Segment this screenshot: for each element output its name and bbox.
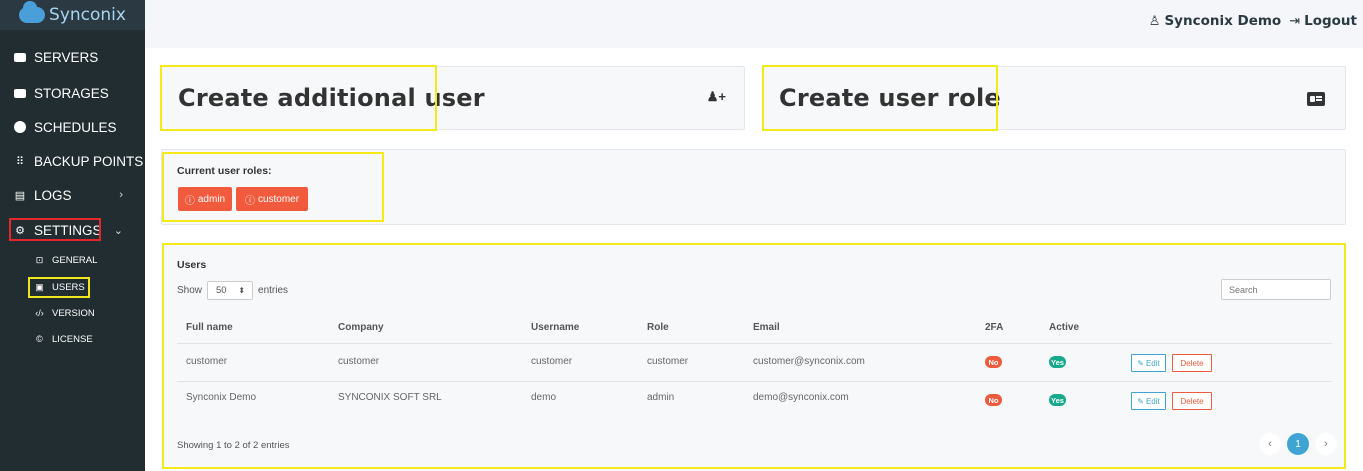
sidebar-subitem-license[interactable]: © LICENSE (34, 331, 93, 347)
logout-icon: ⇥ (1289, 13, 1301, 29)
chip-icon: ⊡ (35, 254, 44, 265)
sidebar-item-label: STORAGES (34, 85, 109, 101)
log-icon: ▤ (14, 189, 26, 202)
user-icon: ♙ (1148, 13, 1161, 29)
sidebar-item-label: LOGS (34, 187, 72, 203)
column-header-active[interactable]: Active (1049, 322, 1079, 333)
brand-name: Synconix (49, 5, 126, 25)
delete-label: Delete (1180, 358, 1204, 368)
role-button-customer[interactable]: ⓘ customer (236, 187, 308, 211)
edit-button[interactable]: ✎ Edit (1131, 392, 1166, 410)
active-badge: Yes (1049, 394, 1066, 406)
select-arrows-icon: ⬍ (238, 286, 246, 295)
edit-icon: ✎ (1137, 396, 1144, 406)
sidebar-item-servers[interactable]: SERVERS (0, 46, 145, 68)
entries-label: entries (258, 285, 289, 296)
sidebar-subitem-label: VERSION (52, 307, 95, 319)
create-user-highlight (160, 65, 437, 131)
column-header-email[interactable]: Email (753, 322, 780, 333)
license-icon: © (36, 334, 43, 344)
id-card-icon (1307, 92, 1325, 106)
cell-email: customer@synconix.com (753, 356, 865, 367)
cell-role: customer (647, 356, 689, 367)
show-label: Show (177, 285, 203, 296)
cell-full-name: customer (186, 356, 228, 367)
storage-icon (14, 88, 26, 98)
2fa-badge: No (985, 394, 1002, 406)
add-user-icon: ♟+ (706, 89, 726, 104)
edit-icon: ✎ (1137, 358, 1144, 368)
column-header-company[interactable]: Company (338, 322, 384, 333)
sidebar-item-storages[interactable]: STORAGES (0, 82, 145, 104)
cell-username: demo (531, 392, 557, 403)
create-role-highlight (762, 65, 998, 131)
users-title: Users (177, 259, 207, 271)
cell-company: customer (338, 356, 380, 367)
edit-label: Edit (1145, 396, 1160, 406)
sidebar-item-label: BACKUP POINTS (34, 153, 144, 169)
prev-page-button[interactable]: ‹ (1259, 433, 1281, 455)
settings-highlight (9, 218, 101, 241)
server-icon (14, 52, 26, 62)
topbar-user-area: ♙ Synconix Demo ⇥ Logout (1149, 13, 1357, 29)
sidebar-item-backup-points[interactable]: ⠿ BACKUP POINTS (0, 150, 145, 172)
grid-icon: ⠿ (15, 155, 25, 168)
next-page-button[interactable]: › (1315, 433, 1337, 455)
column-header-full-name[interactable]: Full name (186, 322, 233, 333)
sidebar-subitem-label: LICENSE (52, 333, 93, 345)
cell-full-name: Synconix Demo (186, 392, 257, 403)
sidebar-item-logs[interactable]: ▤ LOGS › (0, 184, 145, 206)
pagination: ‹ 1 › (1259, 433, 1337, 455)
user-name[interactable]: Synconix Demo (1164, 13, 1281, 29)
table-divider (177, 343, 1332, 344)
role-label: admin (197, 193, 226, 205)
delete-label: Delete (1180, 396, 1204, 406)
page-size-value: 50 (216, 285, 227, 296)
page-size-control: Show 50 ⬍ entries (177, 281, 288, 300)
main-content: Create additional user ♟+ Create user ro… (145, 48, 1363, 471)
users-highlight (28, 277, 90, 298)
delete-button[interactable]: Delete (1172, 392, 1212, 410)
column-header-username[interactable]: Username (531, 322, 579, 333)
sidebar-item-label: SERVERS (34, 49, 99, 65)
logout-link[interactable]: Logout (1304, 13, 1357, 29)
column-header-role[interactable]: Role (647, 322, 669, 333)
active-badge: Yes (1049, 356, 1066, 368)
table-info: Showing 1 to 2 of 2 entries (177, 440, 290, 451)
sidebar-subitem-label: GENERAL (52, 254, 98, 266)
sidebar-item-label: SCHEDULES (34, 119, 117, 135)
cell-username: customer (531, 356, 573, 367)
topbar: ♙ Synconix Demo ⇥ Logout (145, 0, 1363, 48)
delete-button[interactable]: Delete (1172, 354, 1212, 372)
code-icon: ‹/› (35, 308, 44, 318)
page-1-button[interactable]: 1 (1287, 433, 1309, 455)
cell-role: admin (647, 392, 675, 403)
column-header-2fa[interactable]: 2FA (985, 322, 1003, 333)
cloud-icon (19, 1, 46, 23)
role-label: customer (257, 193, 300, 205)
edit-label: Edit (1145, 358, 1160, 368)
2fa-badge: No (985, 356, 1002, 368)
cell-email: demo@synconix.com (753, 392, 849, 403)
clock-icon (14, 121, 26, 133)
table-divider (177, 381, 1332, 382)
cell-company: SYNCONIX SOFT SRL (338, 392, 442, 403)
chevron-down-icon: ⌄ (113, 224, 123, 237)
sidebar: Synconix SERVERS STORAGES SCHEDULES ⠿ BA… (0, 0, 145, 471)
info-icon: ⓘ (184, 195, 195, 207)
sidebar-item-schedules[interactable]: SCHEDULES (0, 116, 145, 138)
info-icon: ⓘ (244, 195, 255, 207)
roles-label: Current user roles: (177, 165, 272, 177)
page-size-select[interactable]: 50 ⬍ (207, 281, 254, 300)
role-button-admin[interactable]: ⓘ admin (178, 187, 232, 211)
edit-button[interactable]: ✎ Edit (1131, 354, 1166, 372)
sidebar-subitem-version[interactable]: ‹/› VERSION (34, 305, 95, 321)
search-input[interactable] (1221, 279, 1331, 300)
chevron-right-icon: › (119, 189, 123, 201)
brand-logo[interactable]: Synconix (0, 0, 145, 30)
sidebar-subitem-general[interactable]: ⊡ GENERAL (34, 252, 98, 268)
